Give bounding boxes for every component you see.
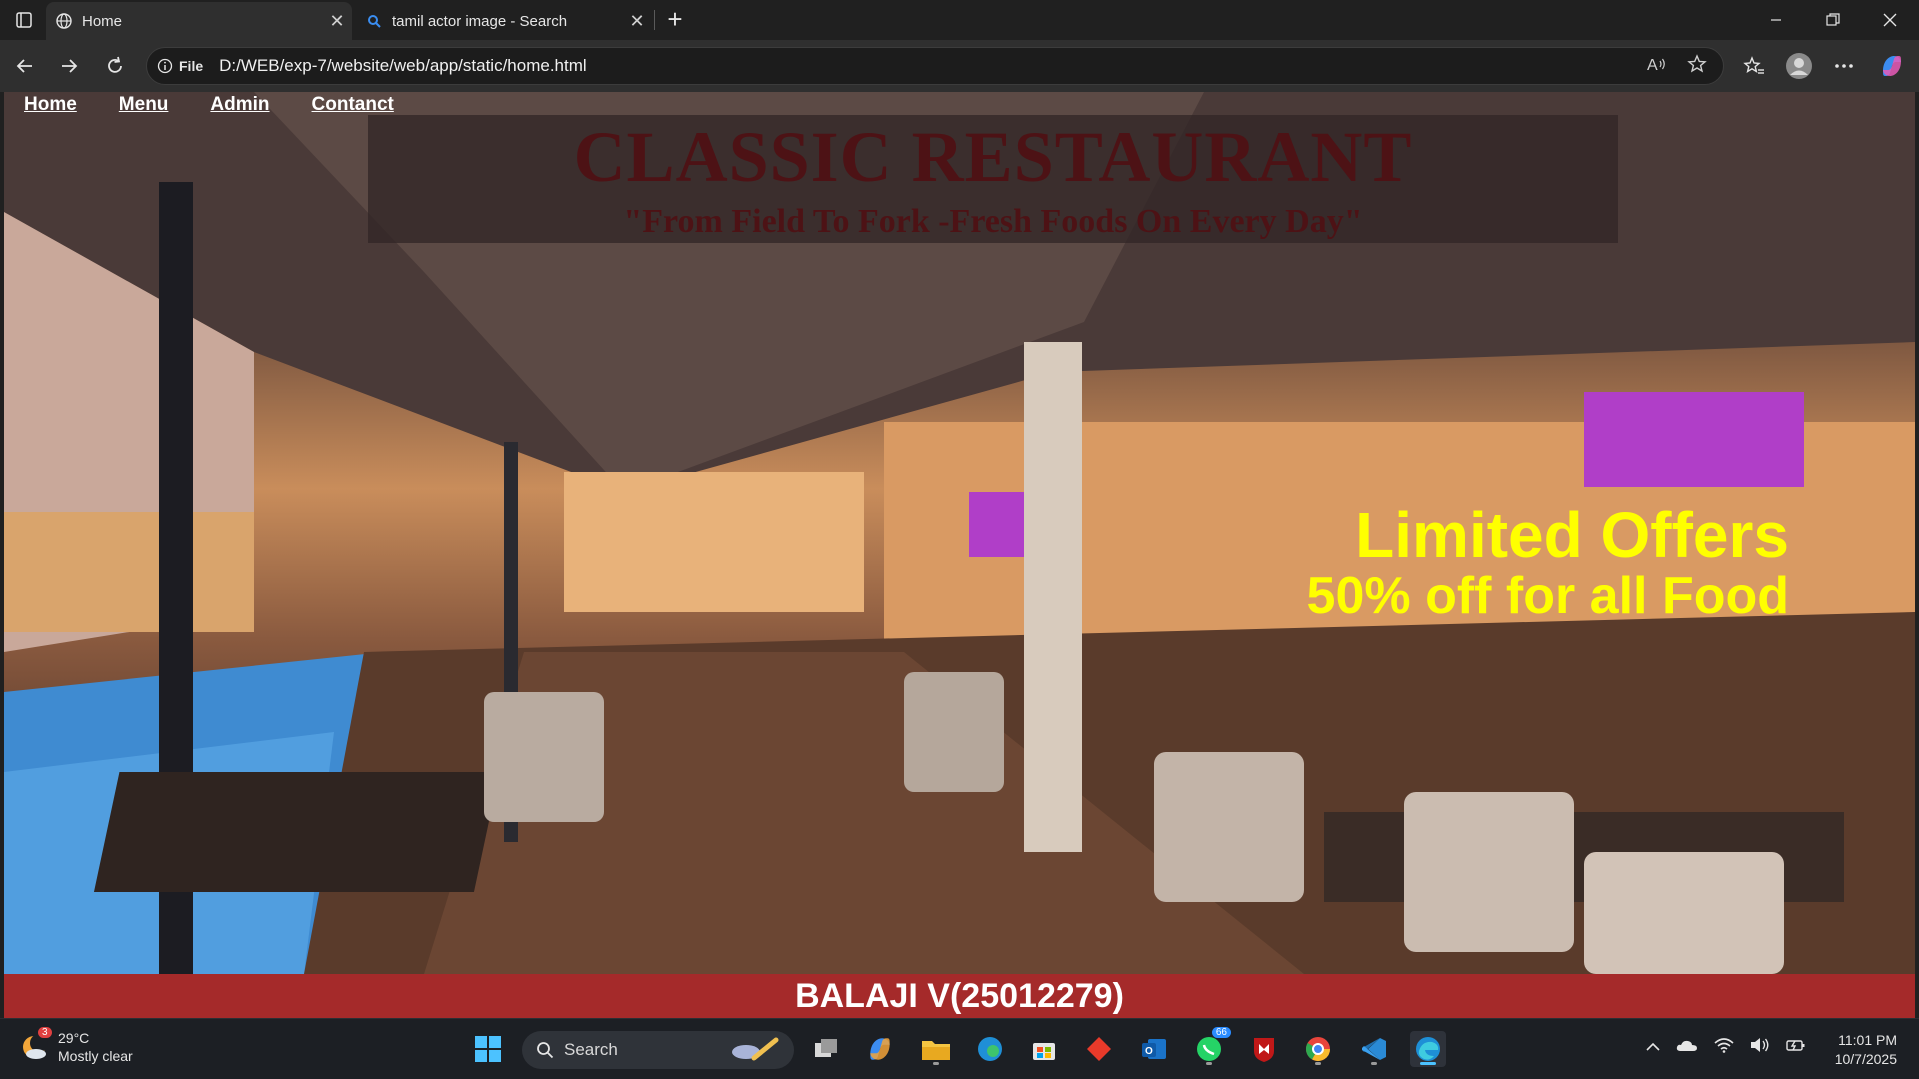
favorite-star-icon[interactable] (1687, 53, 1707, 79)
more-options-icon[interactable] (1827, 50, 1861, 82)
onedrive-icon[interactable] (1676, 1038, 1698, 1057)
volume-icon[interactable] (1750, 1037, 1770, 1058)
mcafee-icon[interactable] (1246, 1031, 1282, 1067)
clock-date: 10/7/2025 (1834, 1051, 1897, 1067)
footer-text: BALAJI V(25012279) (795, 976, 1124, 1015)
nav-link-contact[interactable]: Contanct (312, 94, 394, 116)
hero-background-image: Home Menu Admin Contanct CLASSIC RESTAUR… (4, 92, 1915, 974)
weather-temp: 29°C (58, 1030, 90, 1046)
whatsapp-icon[interactable]: 66 (1191, 1027, 1231, 1067)
tab-home[interactable]: Home ✕ (46, 2, 352, 40)
tab-search[interactable]: tamil actor image - Search ✕ (356, 2, 652, 40)
system-tray (1646, 1037, 1806, 1058)
globe-icon (46, 12, 82, 30)
close-icon[interactable]: ✕ (622, 11, 652, 32)
copilot-icon[interactable] (1875, 50, 1909, 82)
microsoft-store-icon[interactable] (1026, 1031, 1062, 1067)
address-bar[interactable]: File D:/WEB/exp-7/website/web/app/static… (146, 47, 1724, 85)
page-footer: BALAJI V(25012279) (4, 974, 1915, 1018)
battery-icon[interactable] (1786, 1037, 1806, 1058)
header-banner: CLASSIC RESTAURANT "From Field To Fork -… (368, 115, 1618, 243)
browser-toolbar: File D:/WEB/exp-7/website/web/app/static… (0, 40, 1919, 92)
forward-button[interactable] (52, 50, 86, 82)
site-nav: Home Menu Admin Contanct (24, 94, 394, 116)
page-tagline: "From Field To Fork -Fresh Foods On Ever… (623, 203, 1363, 240)
weather-badge: 3 (38, 1027, 52, 1038)
back-button[interactable] (8, 50, 42, 82)
tab-divider (654, 10, 655, 30)
offer-subtext: 50% off for all Food (1306, 567, 1789, 626)
security-label: File (179, 58, 204, 74)
start-button[interactable] (470, 1031, 506, 1067)
task-view-icon[interactable] (808, 1031, 844, 1067)
tab-strip: Home ✕ tamil actor image - Search ✕ + (0, 0, 1919, 40)
info-icon (157, 58, 173, 74)
nav-link-home[interactable]: Home (24, 94, 77, 116)
search-icon (356, 14, 392, 28)
url-text[interactable]: D:/WEB/exp-7/website/web/app/static/home… (219, 56, 1647, 76)
svg-text:O: O (1145, 1046, 1153, 1057)
chevron-up-icon[interactable] (1646, 1039, 1660, 1057)
weather-widget[interactable]: 3 29°C Mostly clear (20, 1027, 133, 1065)
minimize-icon[interactable] (1753, 0, 1799, 40)
site-info-button[interactable]: File (157, 58, 219, 74)
close-window-icon[interactable] (1867, 0, 1913, 40)
offer-banner: Limited Offers 50% off for all Food (1306, 499, 1789, 626)
page-viewport: Home Menu Admin Contanct CLASSIC RESTAUR… (4, 92, 1915, 1018)
edge-icon[interactable] (1410, 1031, 1446, 1067)
refresh-button[interactable] (98, 50, 132, 82)
read-aloud-icon[interactable]: A (1647, 55, 1667, 78)
taskbar-clock[interactable]: 11:01 PM 10/7/2025 (1835, 1031, 1897, 1069)
new-tab-button[interactable]: + (660, 4, 690, 34)
weather-condition: Mostly clear (58, 1048, 133, 1064)
page-title: CLASSIC RESTAURANT (573, 117, 1413, 197)
restore-icon[interactable] (1810, 0, 1856, 40)
nav-link-menu[interactable]: Menu (119, 94, 169, 116)
taskbar-search[interactable]: Search (522, 1031, 794, 1069)
profile-avatar[interactable] (1782, 50, 1816, 82)
edge-dev-icon[interactable] (972, 1031, 1008, 1067)
clock-time: 11:01 PM (1838, 1032, 1897, 1048)
red-app-icon[interactable] (1081, 1031, 1117, 1067)
tab-actions-icon[interactable] (6, 6, 42, 34)
search-highlight-icon (732, 1037, 779, 1061)
copilot-app-icon[interactable] (862, 1031, 898, 1067)
tab-title: tamil actor image - Search (392, 12, 568, 30)
offer-heading: Limited Offers (1355, 499, 1789, 571)
outlook-icon[interactable]: O (1136, 1031, 1172, 1067)
nav-link-admin[interactable]: Admin (210, 94, 269, 116)
close-icon[interactable]: ✕ (322, 11, 352, 32)
chrome-icon[interactable] (1300, 1031, 1336, 1067)
svg-text:A: A (1647, 57, 1658, 73)
file-explorer-icon[interactable] (918, 1031, 954, 1067)
vscode-icon[interactable] (1356, 1031, 1392, 1067)
taskbar: 3 29°C Mostly clear Search O 66 11:01 PM… (0, 1018, 1919, 1079)
search-icon (537, 1042, 554, 1059)
search-label: Search (564, 1040, 618, 1059)
whatsapp-badge: 66 (1211, 1027, 1231, 1038)
wifi-icon[interactable] (1714, 1037, 1734, 1058)
tab-title: Home (82, 12, 123, 30)
favorites-icon[interactable] (1737, 50, 1771, 82)
